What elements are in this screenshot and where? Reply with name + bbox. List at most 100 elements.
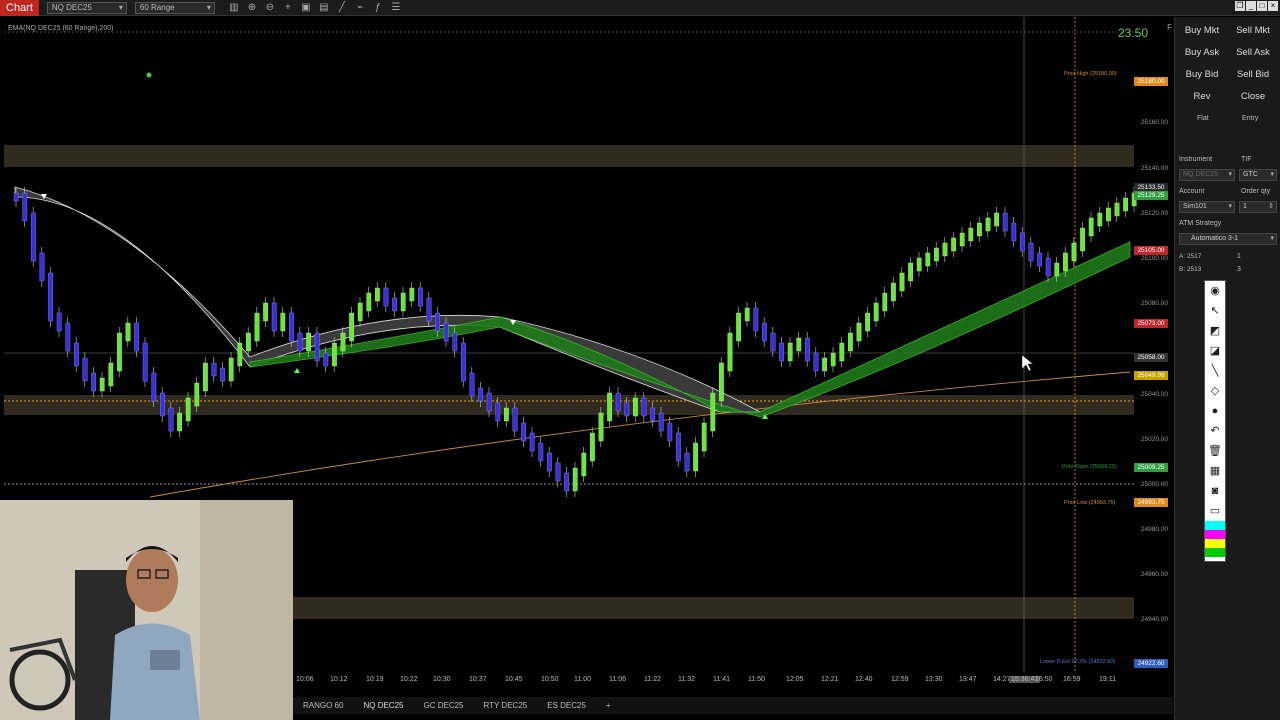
candle-down — [435, 312, 440, 332]
restore-icon[interactable]: ❐ — [1235, 1, 1245, 11]
sell-market-button[interactable]: Sell Mkt — [1228, 21, 1278, 41]
stamp-icon[interactable]: ▦ — [1205, 461, 1225, 481]
tab-es-dec25[interactable]: ES DEC25 — [537, 701, 596, 710]
candle-up — [400, 292, 406, 312]
candle-up — [116, 332, 122, 372]
candle-up — [366, 292, 372, 312]
time-tick-label: 13:47 — [959, 676, 977, 683]
candle-down — [770, 332, 776, 352]
time-tick-label: 11:22 — [644, 676, 661, 683]
buy-ask-button[interactable]: Buy Ask — [1177, 43, 1227, 63]
eye-icon[interactable]: ◉ — [1205, 281, 1225, 301]
candle-up — [254, 312, 260, 342]
account-label: Account — [1179, 188, 1205, 195]
order-qty-stepper[interactable]: 1 ⇕ — [1239, 201, 1277, 213]
candle-down — [418, 287, 423, 307]
undo-icon[interactable]: ↶ — [1205, 421, 1225, 441]
candle-up — [848, 332, 853, 352]
color-swatch-3[interactable] — [1205, 539, 1225, 548]
sell-ask-button[interactable]: Sell Ask — [1228, 43, 1278, 63]
bar-type-icon[interactable]: ▥ — [225, 1, 243, 15]
data-box-icon[interactable]: ☰ — [387, 1, 405, 15]
prior-open-label: Prior Open (25009.25) — [1062, 464, 1117, 470]
candle-down — [667, 422, 673, 442]
atm-strategy-select[interactable]: Automatico 3-1 ▾ — [1179, 233, 1277, 245]
candle-down — [813, 352, 819, 372]
close-icon[interactable]: × — [1268, 1, 1278, 11]
camera-icon[interactable]: ◙ — [1205, 481, 1225, 501]
dot-icon[interactable]: ● — [1205, 401, 1225, 421]
stepper-icon[interactable]: ⇕ — [1268, 202, 1274, 212]
ruler-icon-2[interactable]: ◪ — [1205, 341, 1225, 361]
candle-up — [125, 322, 131, 342]
candle-down — [73, 342, 79, 367]
color-swatch-1[interactable] — [1205, 521, 1225, 530]
maximize-icon[interactable]: □ — [1257, 1, 1267, 11]
price-tick-label: 25120.00 — [1140, 210, 1168, 217]
instrument-select[interactable]: NQ DEC25 ▾ — [46, 1, 127, 14]
sell-bid-button[interactable]: Sell Bid — [1228, 65, 1278, 85]
candle-up — [934, 247, 939, 262]
reverse-button[interactable]: Rev — [1177, 87, 1227, 107]
tif-select[interactable]: GTC ▾ — [1239, 169, 1277, 181]
price-tick-label: 25000.00 — [1140, 481, 1168, 488]
price-tick-label: 24960.00 — [1140, 571, 1168, 578]
instrument-field[interactable]: NQ DEC25 ▾ — [1179, 169, 1235, 181]
tab-nq-dec25[interactable]: NQ DEC25 — [353, 701, 413, 710]
time-tick-label: 12:05 — [786, 676, 804, 683]
indicators-icon[interactable]: ƒ — [369, 1, 387, 15]
buy-market-button[interactable]: Buy Mkt — [1177, 21, 1227, 41]
price-tag: 25049.98 — [1134, 371, 1168, 380]
f-button[interactable]: F — [1167, 23, 1172, 32]
cursor-icon[interactable]: ↖ — [1205, 301, 1225, 321]
color-swatch-2[interactable] — [1205, 530, 1225, 539]
properties-icon[interactable]: ▣ — [297, 1, 315, 15]
plus-icon[interactable]: + — [596, 701, 621, 710]
zoom-out-icon[interactable]: ⊖ — [261, 1, 279, 15]
minimize-icon[interactable]: _ — [1246, 1, 1256, 11]
mouse-cursor-icon — [1021, 354, 1034, 372]
crosshair-icon[interactable]: + — [279, 1, 297, 15]
price-tick-label: 25080.00 — [1140, 300, 1168, 307]
candle-up — [349, 312, 354, 342]
candle-down — [56, 312, 62, 332]
candle-down — [159, 392, 165, 417]
tab-gc-dec25[interactable]: GC DEC25 — [413, 701, 473, 710]
zoom-in-icon[interactable]: ⊕ — [243, 1, 261, 15]
bar-type-select[interactable]: 60 Range ▾ — [134, 1, 215, 14]
chart-tab[interactable]: Chart — [0, 0, 39, 16]
candle-up — [581, 452, 587, 477]
prior-low-label: Prior Low (24993.75) — [1064, 500, 1116, 506]
buy-bid-button[interactable]: Buy Bid — [1177, 65, 1227, 85]
time-axis[interactable]: 10:06 10:12 10:19 10:22 10:30 10:37 10:45 10:50… — [293, 674, 1143, 688]
close-button[interactable]: Close — [1228, 87, 1278, 107]
account-select[interactable]: Sim101 ▾ — [1179, 201, 1235, 213]
eraser-icon[interactable]: ◇ — [1205, 381, 1225, 401]
candle-up — [237, 342, 243, 367]
color-swatch-4[interactable] — [1205, 548, 1225, 557]
trash-icon[interactable]: 🗑 — [1205, 441, 1225, 461]
candle-up — [185, 397, 191, 422]
tab-rango-60[interactable]: RANGO 60 — [293, 701, 353, 710]
candle-down — [314, 332, 320, 362]
candle-up — [994, 212, 1000, 227]
top-toolbar: Chart NQ DEC25 ▾ 60 Range ▾ ▥ ⊕ ⊖ + ▣ ▤ ╱ ⌁ ƒ ☰ ❐ _ □… — [0, 0, 1280, 16]
price-tag: 24922.60 — [1134, 659, 1168, 668]
candle-up — [99, 377, 105, 392]
position-a: 1 — [1237, 253, 1241, 260]
ema-200-line — [149, 371, 1131, 498]
bar-type-select-value: 60 Range — [139, 2, 175, 12]
drawing-tools-icon[interactable]: ╱ — [333, 1, 351, 15]
strategies-icon[interactable]: ⌁ — [351, 1, 369, 15]
candle-down — [13, 192, 19, 202]
templates-icon[interactable]: ▤ — [315, 1, 333, 15]
chevron-down-icon: ▾ — [1228, 203, 1232, 210]
candle-down — [220, 367, 225, 382]
candle-down — [1037, 252, 1043, 267]
candle-up — [822, 357, 828, 372]
ruler-icon[interactable]: ◩ — [1205, 321, 1225, 341]
clipboard-icon[interactable]: ▭ — [1205, 501, 1225, 521]
line-icon[interactable]: ╲ — [1205, 361, 1225, 381]
tab-rty-dec25[interactable]: RTY DEC25 — [474, 701, 538, 710]
candle-down — [65, 322, 71, 352]
